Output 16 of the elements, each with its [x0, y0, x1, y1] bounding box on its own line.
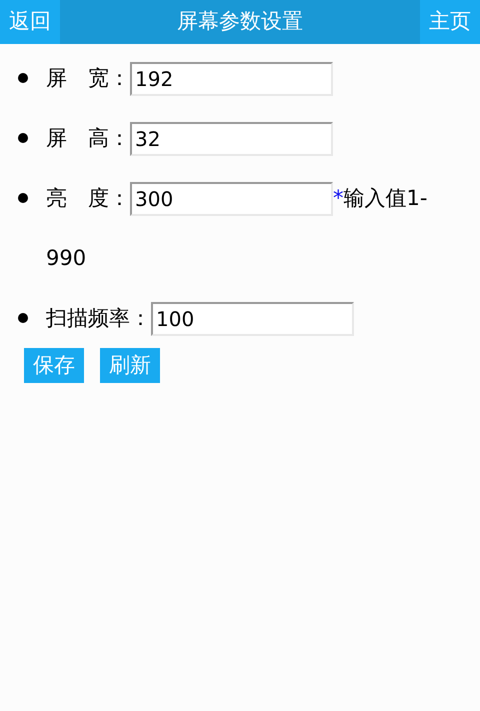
field-label: 亮 度：	[46, 186, 130, 210]
input-field[interactable]: 100	[151, 302, 354, 336]
input-field[interactable]: 300	[130, 182, 333, 216]
page-title: 屏幕参数设置	[177, 8, 303, 36]
hint-text: 990	[46, 246, 86, 270]
bullet-icon	[18, 133, 28, 143]
input-field[interactable]: 192	[130, 62, 333, 96]
hint-text: 输入值1-	[344, 186, 428, 210]
required-mark: *	[333, 186, 344, 210]
bullet-icon	[18, 313, 28, 323]
bullet-icon	[18, 73, 28, 83]
bullet-icon	[18, 193, 28, 203]
field-label: 扫描频率：	[46, 306, 151, 330]
field-label: 屏 高：	[46, 126, 130, 150]
input-field[interactable]: 32	[130, 122, 333, 156]
field-label: 屏 宽：	[46, 66, 130, 90]
